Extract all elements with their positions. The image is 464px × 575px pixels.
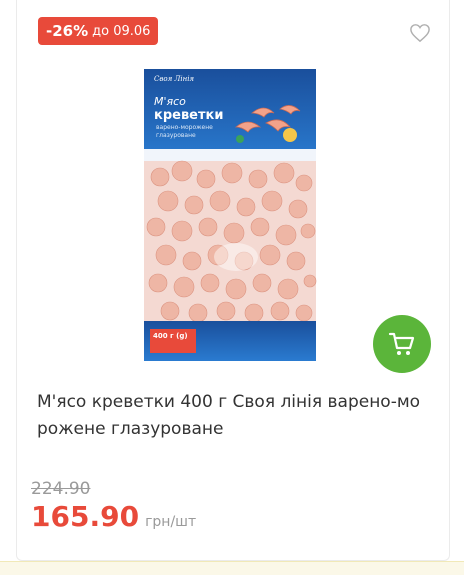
pack-subtitle-line1: варено-морожене — [156, 124, 213, 131]
price-unit: грн/шт — [145, 514, 197, 530]
discount-percent: -26% — [46, 22, 89, 40]
cart-icon — [388, 332, 415, 355]
add-to-cart-button[interactable] — [373, 315, 431, 373]
pack-title-line1: М'ясо — [154, 95, 186, 108]
heart-outline-icon — [410, 24, 430, 43]
pack-brand: Своя Лінія — [154, 75, 194, 83]
discount-badge: -26% до 09.06 — [38, 17, 159, 45]
old-price: 224.90 — [31, 479, 91, 499]
current-price: 165.90 — [31, 500, 140, 533]
price-row: 165.90 грн/шт — [31, 500, 196, 533]
discount-until: до 09.06 — [92, 23, 151, 39]
product-image[interactable]: Своя Лінія М'ясо креветки варено-морожен… — [140, 67, 320, 365]
bottom-strip — [0, 561, 464, 575]
pack-weight: 400 г (g) — [153, 332, 188, 340]
favorite-button[interactable] — [408, 21, 432, 45]
pack-subtitle-line2: глазуроване — [156, 132, 196, 139]
product-name[interactable]: М'ясо креветки 400 г Своя лінія варено-м… — [37, 389, 433, 443]
pack-title-line2: креветки — [154, 108, 223, 123]
